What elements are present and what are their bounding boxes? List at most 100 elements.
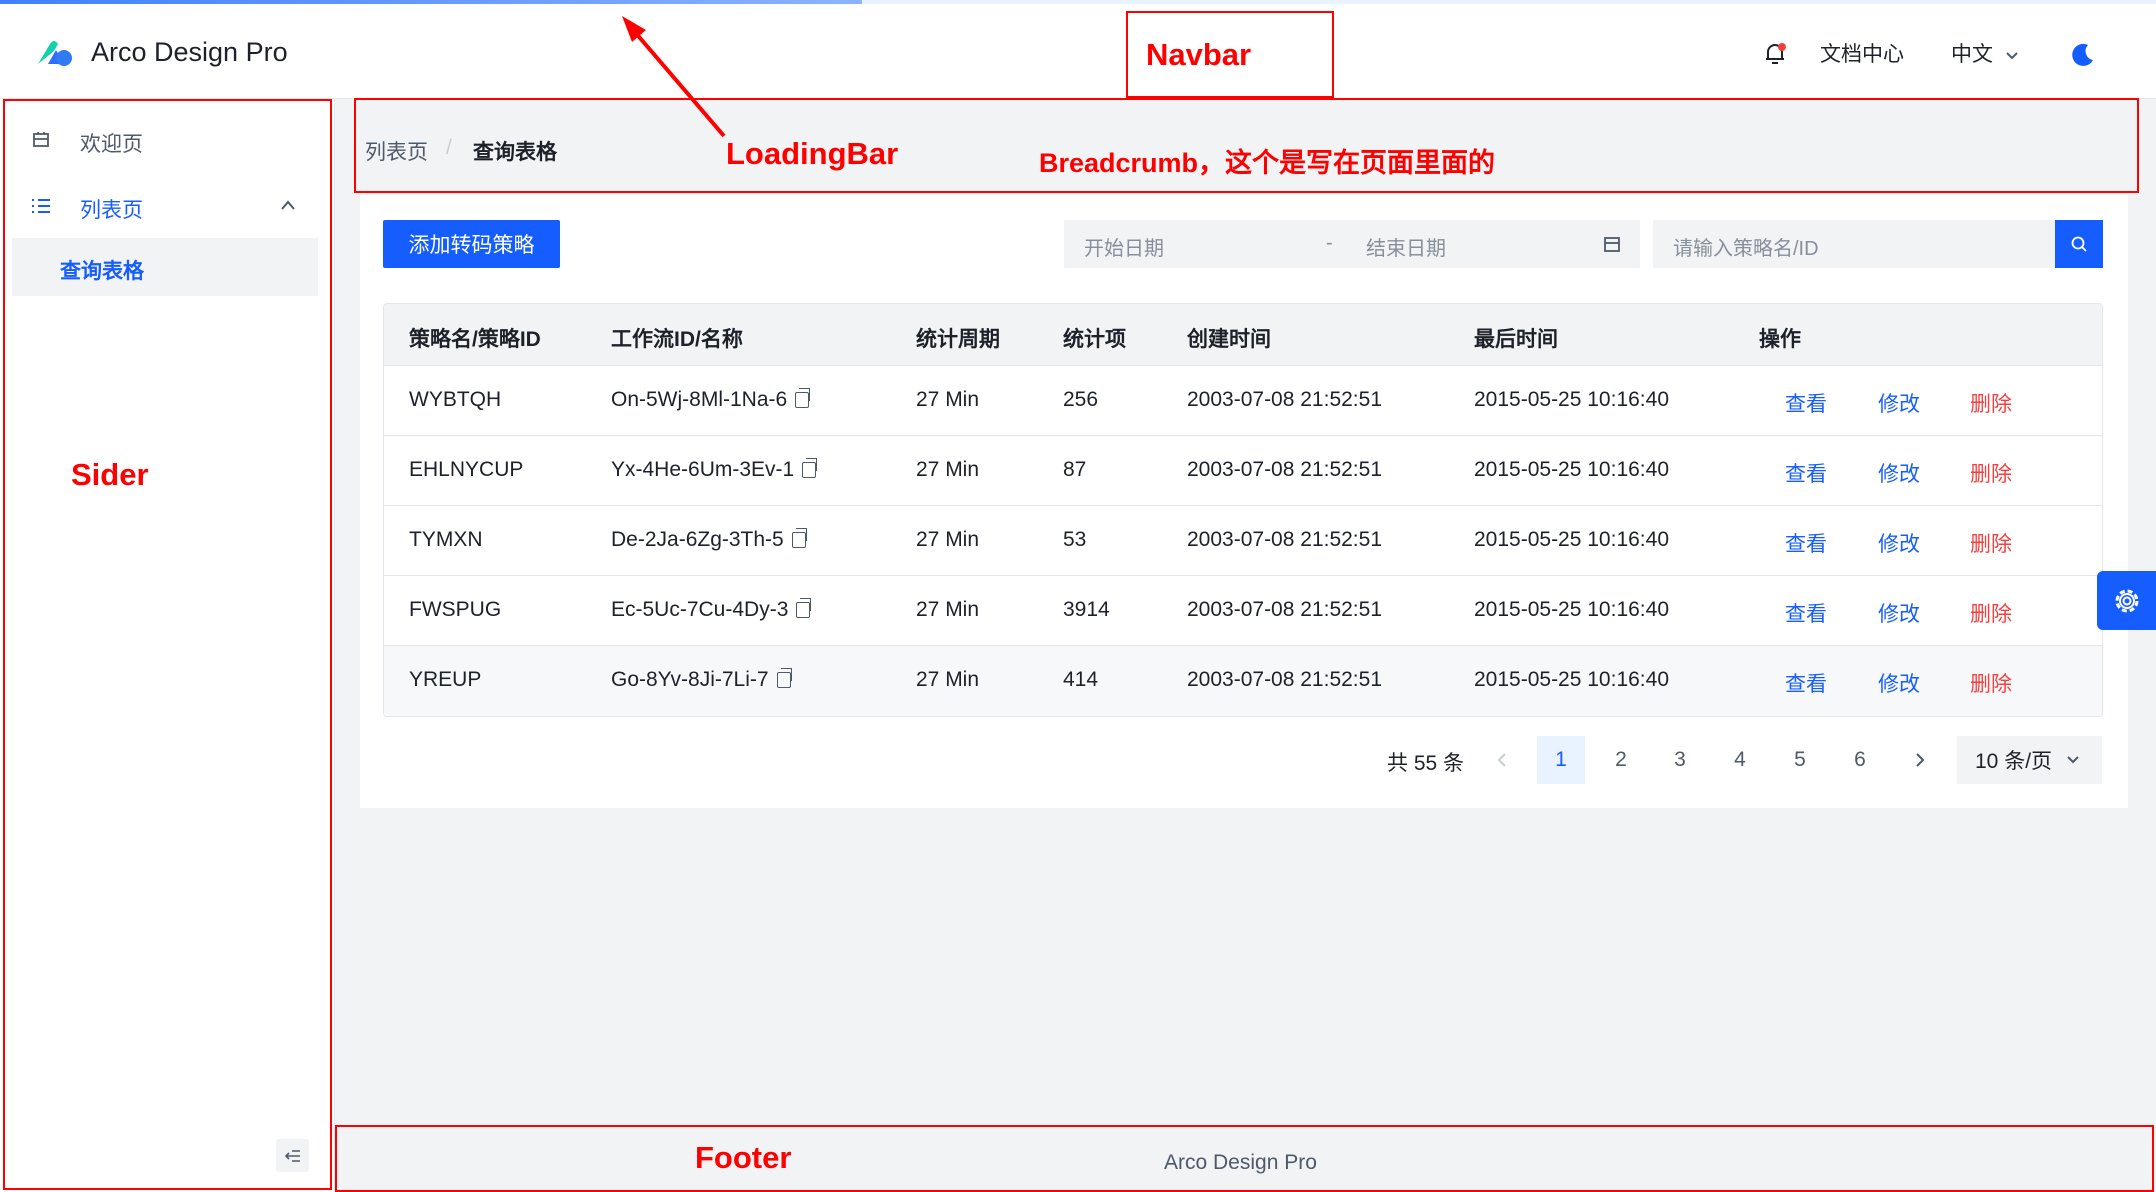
delete-button[interactable]: 删除: [1970, 388, 2012, 418]
language-select[interactable]: 中文: [1951, 38, 2019, 68]
delete-button[interactable]: 删除: [1970, 598, 2012, 628]
cell-created: 2003-07-08 21:52:51: [1187, 668, 1382, 691]
delete-button[interactable]: 删除: [1970, 458, 2012, 488]
cell-workflow-text: Yx-4He-6Um-3Ev-1: [611, 458, 795, 481]
page-button[interactable]: 5: [1776, 736, 1824, 784]
annotation-footer-box: [335, 1125, 2154, 1192]
table-row: TYMXN De-2Ja-6Zg-3Th-5 27 Min 53 2003-07…: [384, 506, 2102, 576]
chevron-right-icon: [1916, 753, 1925, 767]
view-button[interactable]: 查看: [1785, 668, 1827, 698]
docs-link[interactable]: 文档中心: [1820, 38, 1904, 68]
gear-icon: [2115, 589, 2138, 612]
table-row: YREUP Go-8Yv-8Ji-7Li-7 27 Min 414 2003-0…: [384, 646, 2102, 716]
cell-last: 2015-05-25 10:16:40: [1474, 598, 1669, 621]
cell-last: 2015-05-25 10:16:40: [1474, 668, 1669, 691]
cell-period: 27 Min: [916, 388, 980, 411]
cell-name: YREUP: [409, 668, 482, 691]
cell-count: 414: [1063, 668, 1099, 691]
page-button[interactable]: 2: [1597, 736, 1645, 784]
annotation-loadingbar-label: LoadingBar: [726, 136, 899, 171]
annotation-footer-label: Footer: [695, 1140, 792, 1175]
edit-button[interactable]: 修改: [1878, 598, 1920, 628]
cell-last: 2015-05-25 10:16:40: [1474, 388, 1669, 411]
column-header: 统计周期: [916, 328, 1000, 351]
annotation-sider-box: [3, 99, 332, 1190]
column-header: 最后时间: [1474, 328, 1558, 351]
cell-period: 27 Min: [916, 598, 980, 621]
end-date-input[interactable]: 结束日期: [1366, 232, 1446, 261]
edit-button[interactable]: 修改: [1878, 388, 1920, 418]
annotation-arrow: [622, 16, 726, 138]
page-button[interactable]: 4: [1716, 736, 1764, 784]
annotation-sider-label: Sider: [71, 457, 149, 492]
loading-bar: [0, 0, 862, 4]
cell-workflow: Yx-4He-6Um-3Ev-1: [611, 458, 818, 482]
page-button[interactable]: 6: [1836, 736, 1884, 784]
chevron-left-icon: [1497, 753, 1506, 767]
search-button[interactable]: [2055, 220, 2103, 268]
page-size-label: 10 条/页: [1975, 750, 2053, 773]
bell-icon[interactable]: [1764, 42, 1786, 66]
arco-logo-icon: [38, 41, 72, 66]
cell-count: 256: [1063, 388, 1099, 411]
column-header: 创建时间: [1187, 328, 1271, 351]
cell-created: 2003-07-08 21:52:51: [1187, 388, 1382, 411]
edit-button[interactable]: 修改: [1878, 668, 1920, 698]
annotation-navbar-label: Navbar: [1146, 37, 1252, 72]
navbar: Arco Design Pro 文档中心 中文: [0, 0, 2156, 99]
search-placeholder: 请输入策略名/ID: [1673, 238, 1819, 260]
cell-created: 2003-07-08 21:52:51: [1187, 528, 1382, 551]
chevron-down-icon: [2067, 756, 2079, 764]
delete-button[interactable]: 删除: [1970, 528, 2012, 558]
page-size-select[interactable]: 10 条/页: [1957, 736, 2102, 784]
view-button[interactable]: 查看: [1785, 528, 1827, 558]
cell-count: 3914: [1063, 598, 1110, 621]
copy-icon[interactable]: [802, 458, 818, 478]
page-button[interactable]: 3: [1656, 736, 1704, 784]
table-header: 策略名/策略ID 工作流ID/名称 统计周期 统计项 创建时间 最后时间 操作: [384, 304, 2102, 366]
copy-icon[interactable]: [795, 388, 811, 408]
cell-workflow: On-5Wj-8Ml-1Na-6: [611, 388, 811, 412]
edit-button[interactable]: 修改: [1878, 458, 1920, 488]
settings-button[interactable]: [2097, 571, 2156, 630]
add-policy-button[interactable]: 添加转码策略: [383, 220, 560, 268]
start-date-input[interactable]: 开始日期: [1084, 232, 1164, 261]
view-button[interactable]: 查看: [1785, 598, 1827, 628]
column-header: 工作流ID/名称: [611, 328, 743, 351]
language-label: 中文: [1951, 43, 1993, 66]
search-icon: [2071, 236, 2087, 252]
cell-workflow-text: De-2Ja-6Zg-3Th-5: [611, 528, 784, 551]
cell-workflow: De-2Ja-6Zg-3Th-5: [611, 528, 807, 552]
moon-icon[interactable]: [2070, 42, 2096, 68]
search-input[interactable]: 请输入策略名/ID: [1653, 220, 2055, 268]
next-page-button[interactable]: [1896, 736, 1944, 784]
prev-page-button[interactable]: [1478, 736, 1526, 784]
table-row: FWSPUG Ec-5Uc-7Cu-4Dy-3 27 Min 3914 2003…: [384, 576, 2102, 646]
edit-button[interactable]: 修改: [1878, 528, 1920, 558]
annotation-breadcrumb-label: Breadcrumb，这个是写在页面里面的: [1039, 148, 1496, 178]
delete-button[interactable]: 删除: [1970, 668, 2012, 698]
column-header: 策略名/策略ID: [409, 328, 541, 351]
view-button[interactable]: 查看: [1785, 388, 1827, 418]
chevron-down-icon: [2006, 52, 2018, 60]
table-row: EHLNYCUP Yx-4He-6Um-3Ev-1 27 Min 87 2003…: [384, 436, 2102, 506]
brand-title: Arco Design Pro: [91, 37, 288, 67]
cell-created: 2003-07-08 21:52:51: [1187, 458, 1382, 481]
view-button[interactable]: 查看: [1785, 458, 1827, 488]
cell-name: TYMXN: [409, 528, 483, 551]
page-button[interactable]: 1: [1537, 736, 1585, 784]
cell-period: 27 Min: [916, 528, 980, 551]
copy-icon[interactable]: [791, 528, 807, 548]
date-range-picker[interactable]: 开始日期 - 结束日期: [1064, 220, 1640, 268]
copy-icon[interactable]: [796, 598, 812, 618]
cell-created: 2003-07-08 21:52:51: [1187, 598, 1382, 621]
column-header: 操作: [1759, 328, 1801, 351]
cell-period: 27 Min: [916, 668, 980, 691]
calendar-icon: [1604, 237, 1620, 252]
cell-period: 27 Min: [916, 458, 980, 481]
cell-name: FWSPUG: [409, 598, 502, 621]
copy-icon[interactable]: [776, 668, 792, 688]
cell-workflow-text: Go-8Yv-8Ji-7Li-7: [611, 668, 769, 691]
table-row: WYBTQH On-5Wj-8Ml-1Na-6 27 Min 256 2003-…: [384, 366, 2102, 436]
column-header: 统计项: [1063, 328, 1126, 351]
